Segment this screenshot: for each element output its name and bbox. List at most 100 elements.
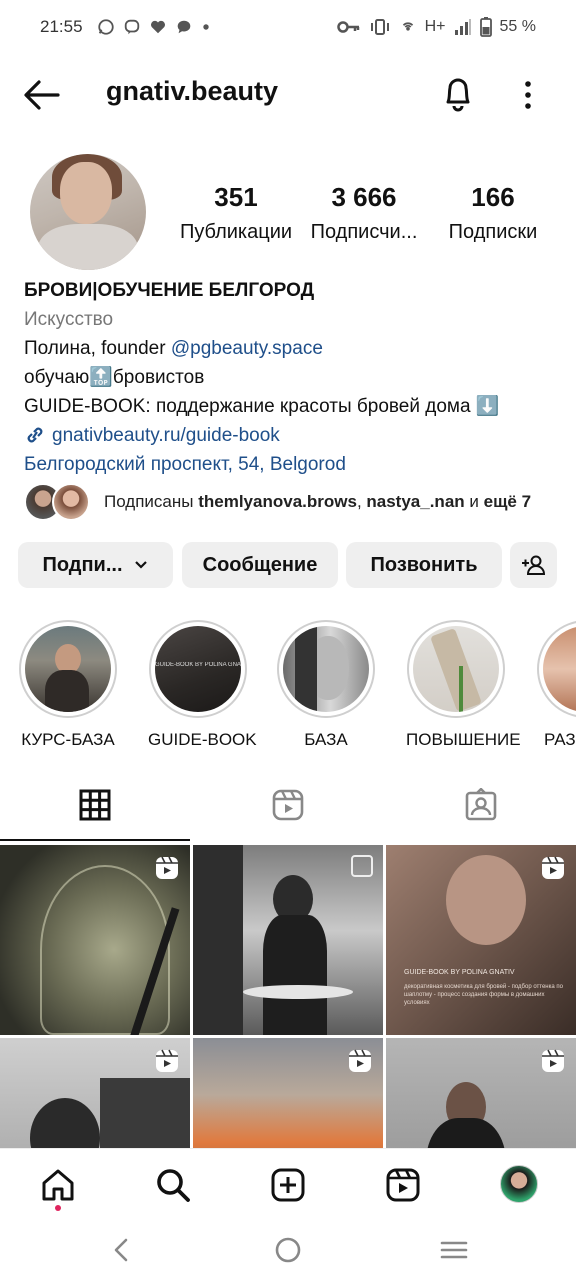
avatar-face-shape [60, 162, 112, 224]
system-home-icon[interactable] [274, 1236, 302, 1264]
highlight-ring [19, 620, 117, 718]
highlight-raz[interactable]: РАЗ [536, 620, 576, 750]
highlight-cover [543, 626, 576, 712]
highlight-cover [25, 626, 111, 712]
followed-middle: и [464, 492, 484, 511]
profile-avatar[interactable] [30, 154, 146, 270]
message-button-label: Сообщение [202, 553, 318, 576]
wifi-calling-icon [402, 22, 413, 31]
highlight-label: КУРС-БАЗА [21, 730, 115, 749]
highlight-label: БАЗА [304, 730, 348, 749]
reel-badge-icon [542, 1049, 564, 1072]
avatar-body-shape [38, 224, 138, 270]
stat-posts-label: Публикации [179, 221, 293, 243]
more-options-icon[interactable] [516, 78, 540, 112]
network-type: H+ [424, 18, 446, 35]
post-tile[interactable] [0, 845, 190, 1035]
status-bar: 21:55 H+ 55 % [0, 0, 576, 54]
home-icon[interactable] [40, 1167, 76, 1203]
highlight-cover-text: GUIDE-BOOK BY POLINA GNATIV [155, 662, 241, 668]
system-navigation [0, 1222, 576, 1280]
highlight-cover: GUIDE-BOOK BY POLINA GNATIV [155, 626, 241, 712]
highlight-povyshenie[interactable]: ПОВЫШЕНИЕ [406, 620, 521, 750]
bio-teach-suffix: бровистов [112, 367, 205, 388]
battery-icon [479, 17, 492, 37]
follower-avatar [52, 483, 90, 521]
create-post-icon[interactable] [270, 1167, 306, 1203]
profile-tab-avatar[interactable] [500, 1165, 538, 1203]
followed-prefix: Подписаны [104, 492, 199, 511]
followed-user-2: nastya_.nan [366, 492, 465, 511]
highlight-ring [537, 620, 576, 718]
vibrate-icon [370, 19, 389, 35]
stat-posts-value: 351 [214, 182, 258, 212]
tagged-tab-icon[interactable] [464, 788, 498, 822]
add-person-icon [521, 555, 545, 575]
post-overlay-title: GUIDE-BOOK BY POLINA GNATIV [404, 969, 515, 976]
highlight-guide-book[interactable]: GUIDE-BOOK BY POLINA GNATIV GUIDE-BOOK [148, 620, 257, 750]
bio-line-teach: обучаю🔝бровистов [24, 363, 554, 392]
chat-bubble-icon [177, 20, 190, 34]
website-row[interactable]: gnativbeauty.ru/guide-book [24, 421, 554, 450]
key-icon [336, 21, 359, 33]
grid-tab-icon[interactable] [78, 788, 112, 822]
post-tile[interactable] [193, 845, 383, 1035]
highlight-label: ПОВЫШЕНИЕ [406, 730, 521, 749]
add-user-button[interactable] [510, 542, 557, 588]
status-time: 21:55 [40, 17, 83, 36]
profile-category: Искусство [24, 309, 114, 330]
system-back-icon[interactable] [108, 1236, 136, 1264]
highlight-baza[interactable]: БАЗА [276, 620, 376, 750]
highlight-label: GUIDE-BOOK [148, 730, 257, 749]
carousel-icon [351, 855, 373, 877]
website-link[interactable]: gnativbeauty.ru/guide-book [52, 425, 280, 446]
call-button[interactable]: Позвонить [346, 542, 502, 588]
following-button[interactable]: Подпи... [18, 542, 173, 588]
bottom-navigation [0, 1148, 576, 1222]
active-tab-indicator [0, 839, 190, 841]
stat-following-value: 166 [471, 182, 515, 212]
top-emoji-icon: 🔝 [89, 367, 113, 388]
reel-badge-icon [156, 856, 178, 879]
dot-icon [202, 24, 209, 30]
reels-icon[interactable] [385, 1167, 421, 1203]
stat-posts[interactable]: 351 Публикации [176, 182, 296, 244]
stat-followers[interactable]: 3 666 Подписчи... [306, 182, 422, 244]
highlight-ring: GUIDE-BOOK BY POLINA GNATIV [149, 620, 247, 718]
back-arrow-icon[interactable] [22, 78, 60, 112]
link-icon [27, 427, 43, 443]
bio-founder-text: Полина, founder [24, 338, 171, 359]
followed-more: ещё 7 [483, 492, 532, 511]
address-link[interactable]: Белгородский проспект, 54, Belgorod [24, 450, 554, 479]
stat-following[interactable]: 166 Подписки [440, 182, 546, 244]
battery-level: 55 % [499, 18, 536, 35]
stat-following-label: Подписки [448, 221, 538, 243]
reel-badge-icon [542, 856, 564, 879]
status-notification-icons [97, 18, 211, 36]
bell-icon[interactable] [440, 76, 476, 112]
viber-icon [124, 19, 139, 35]
profile-name: БРОВИ|ОБУЧЕНИЕ БЕЛГОРОД [24, 280, 315, 301]
reel-badge-icon [156, 1049, 178, 1072]
profile-bio: БРОВИ|ОБУЧЕНИЕ БЕЛГОРОД Искусство Полина… [24, 276, 554, 479]
mention-link[interactable]: @pgbeauty.space [171, 338, 323, 359]
system-recents-icon[interactable] [440, 1236, 468, 1264]
highlight-ring [407, 620, 505, 718]
reels-tab-icon[interactable] [271, 788, 305, 822]
message-button[interactable]: Сообщение [182, 542, 338, 588]
call-button-label: Позвонить [370, 553, 478, 576]
status-system-icons: H+ 55 % [336, 17, 536, 37]
search-icon[interactable] [155, 1167, 191, 1203]
bio-line-guidebook: GUIDE-BOOK: поддержание красоты бровей д… [24, 396, 500, 417]
followed-by[interactable]: Подписаны themlyanova.brows, nastya_.nan… [24, 482, 531, 522]
home-notification-dot [55, 1205, 61, 1211]
post-tile[interactable]: GUIDE-BOOK BY POLINA GNATIV декоративная… [386, 845, 576, 1035]
post-overlay-subtitle: декоративная косметика для бровей - подб… [404, 984, 563, 1006]
followed-user-1: themlyanova.brows [198, 492, 357, 511]
profile-header: gnativ.beauty [0, 62, 576, 128]
bio-teach-prefix: обучаю [24, 367, 90, 388]
highlight-cover [413, 626, 499, 712]
highlight-cover [283, 626, 369, 712]
highlight-kurs-baza[interactable]: КУРС-БАЗА [18, 620, 118, 750]
highlight-ring [277, 620, 375, 718]
